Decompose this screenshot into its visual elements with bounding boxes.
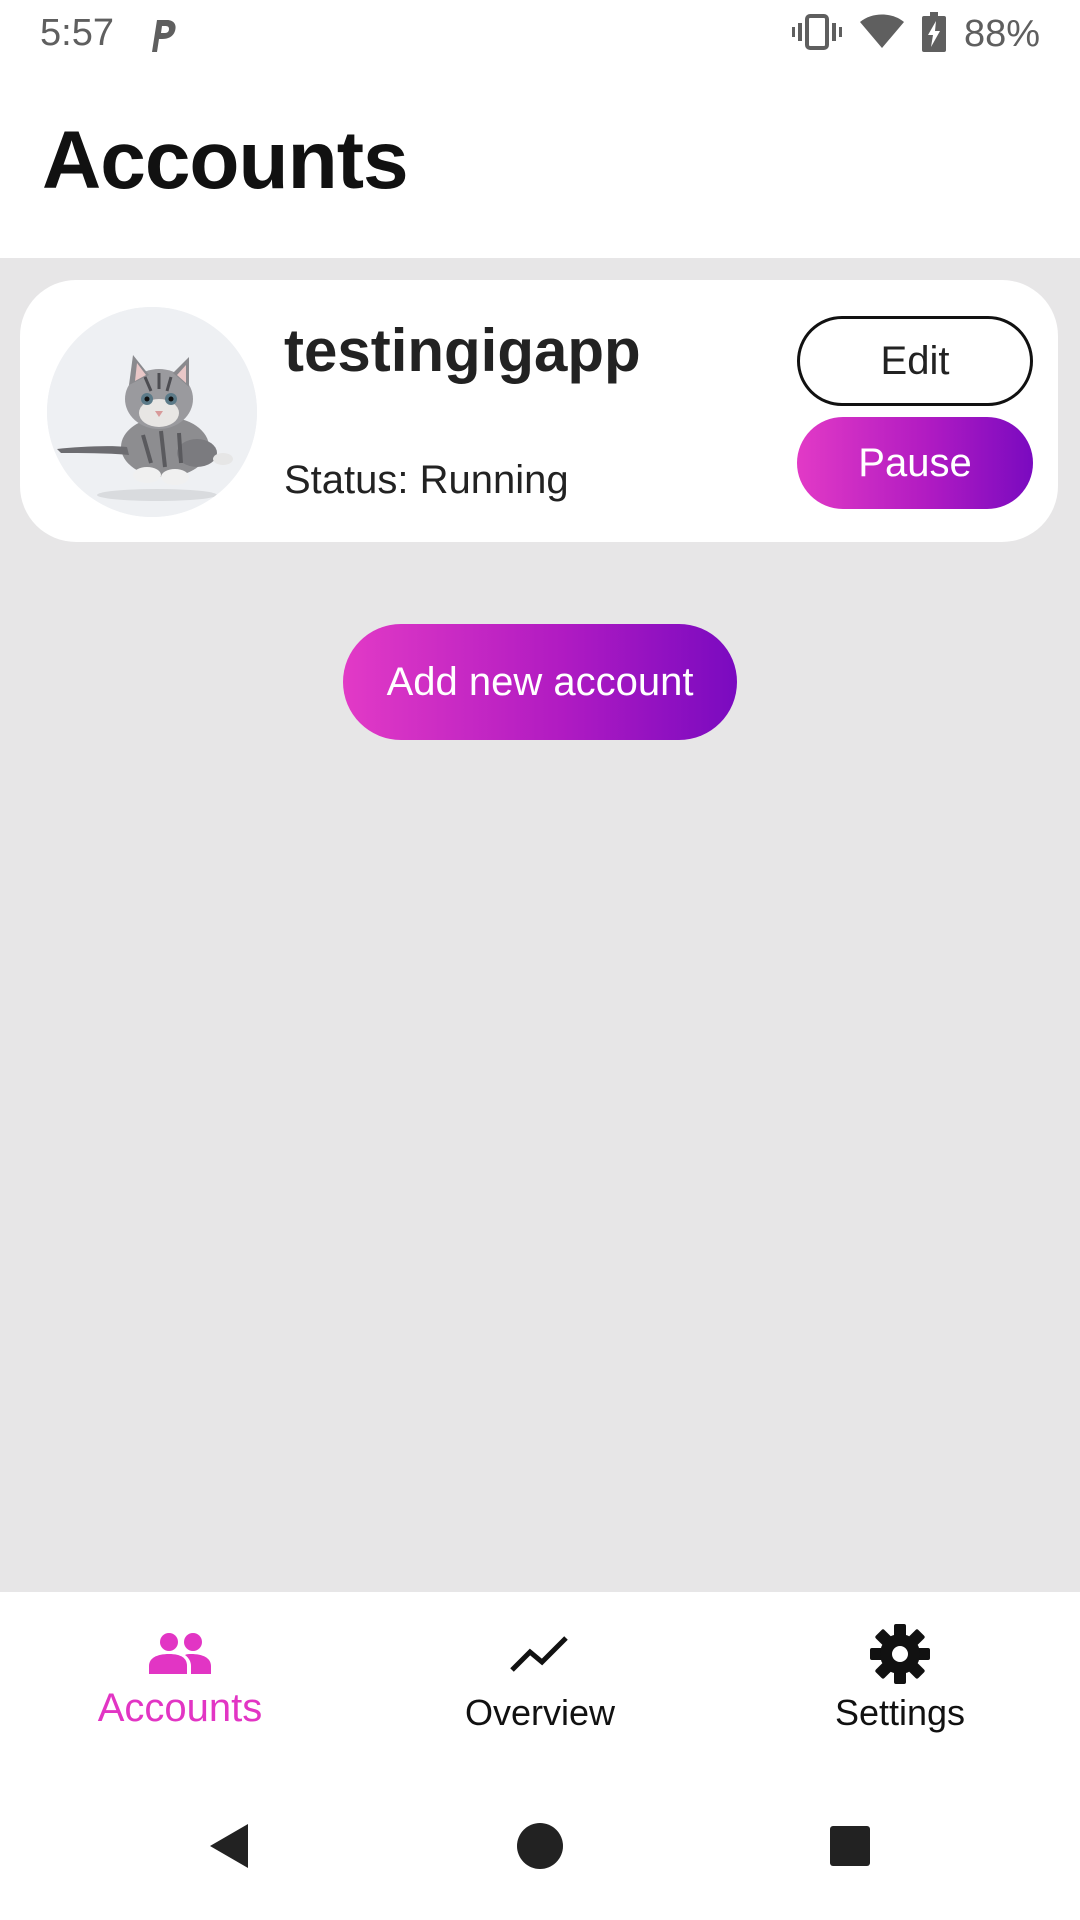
home-icon[interactable] [510,1816,570,1876]
battery-percent: 88% [963,13,1040,55]
nav-label-overview: Overview [464,1692,616,1733]
nav-item-overview[interactable]: Overview [360,1592,720,1772]
account-status: Status: Running [284,458,569,502]
main-content: testingigapp Status: Running Edit Pause … [0,258,1080,1592]
p-icon [148,16,178,54]
page-title: Accounts [42,115,409,206]
avatar [47,307,257,517]
edit-button[interactable]: Edit [797,316,1033,406]
status-icons: 88% [791,12,1040,57]
add-new-account-button[interactable]: Add new account [343,624,737,740]
battery-charging-icon [921,12,946,57]
system-nav-bar [0,1772,1080,1920]
pause-button[interactable]: Pause [797,417,1033,509]
wifi-icon [859,14,904,55]
nav-item-settings[interactable]: Settings [720,1592,1080,1772]
vibrate-icon [791,12,842,57]
status-bar: 5:57 88% [0,0,1080,72]
nav-label-settings: Settings [834,1692,966,1733]
back-icon[interactable] [200,1816,260,1876]
screen: 5:57 88% Accounts testingigapp Status: R… [0,0,1080,1920]
trend-line-icon [510,1624,570,1684]
recents-icon[interactable] [820,1816,880,1876]
nav-item-accounts[interactable]: Accounts [0,1592,360,1772]
gear-icon [870,1624,930,1684]
header: Accounts [0,72,1080,258]
account-card[interactable]: testingigapp Status: Running Edit Pause [20,280,1058,542]
kitten-photo [47,307,257,517]
status-time: 5:57 [40,12,114,54]
bottom-nav: Accounts Overview Settings [0,1592,1080,1772]
people-icon [147,1624,213,1684]
nav-label-accounts: Accounts [97,1686,263,1730]
account-username: testingigapp [284,317,641,384]
